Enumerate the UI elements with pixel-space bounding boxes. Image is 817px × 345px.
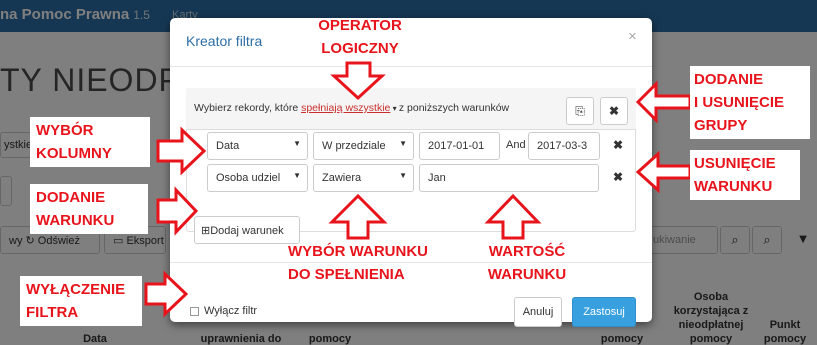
annotation-add-remove-group: DODANIE I USUNIĘCIE GRUPY — [690, 66, 810, 139]
annotation-disable-filter: WYŁĄCZENIE FILTRA — [20, 276, 142, 326]
annotation-operator: OPERATOR LOGICZNY — [318, 17, 402, 57]
arrow-value — [484, 193, 542, 240]
arrow-group — [635, 80, 692, 124]
arrow-condition — [328, 193, 388, 240]
arrow-remove — [635, 150, 692, 194]
arrow-column — [156, 126, 207, 176]
annotation-add-condition: DODANIE WARUNKU — [30, 184, 148, 234]
arrow-add — [156, 186, 199, 236]
annotation-column-choice: WYBÓR KOLUMNY — [30, 117, 150, 167]
annotation-condition-choice: WYBÓR WARUNKU DO SPEŁNIENIA — [288, 243, 428, 283]
arrow-operator — [330, 61, 386, 101]
annotation-condition-value: WARTOŚĆ WARUNKU — [487, 243, 567, 283]
annotation-remove-condition: USUNIĘCIE WARUNKU — [690, 150, 800, 200]
arrow-disable — [144, 270, 189, 318]
